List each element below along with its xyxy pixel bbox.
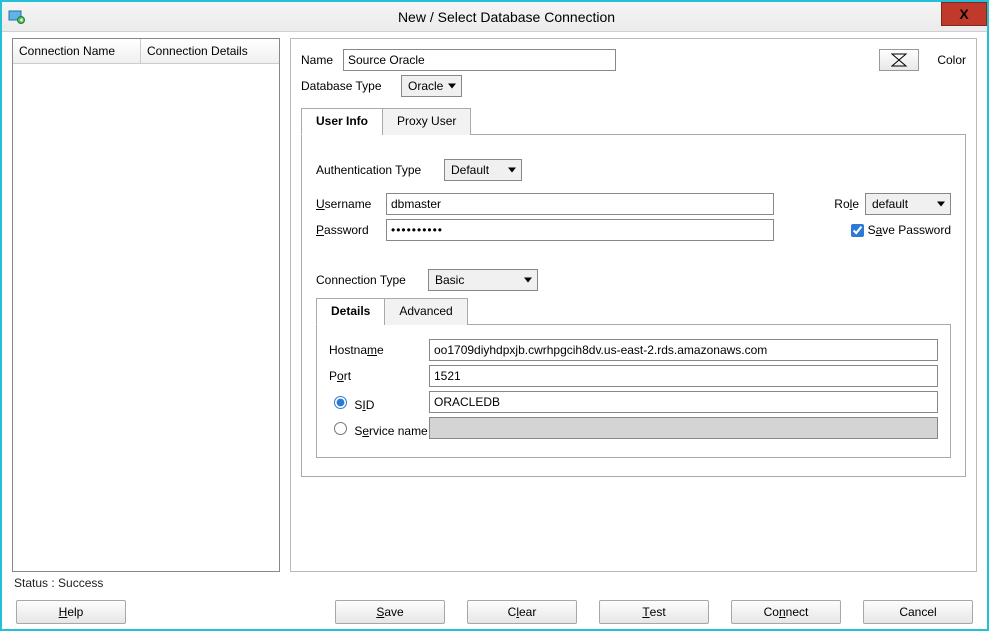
- authtype-select[interactable]: Default: [444, 159, 522, 181]
- hostname-label: Hostname: [329, 343, 429, 357]
- authtype-row: Authentication Type Default: [316, 159, 951, 181]
- form-pane: Name Color Database Type Oracle User Inf…: [290, 38, 977, 572]
- close-icon: X: [959, 6, 968, 22]
- conntype-select[interactable]: Basic: [428, 269, 538, 291]
- window-title: New / Select Database Connection: [26, 9, 987, 25]
- details-panel: Hostname Port SID Se: [316, 325, 951, 458]
- close-button[interactable]: X: [941, 2, 987, 26]
- clear-button[interactable]: Clear: [467, 600, 577, 624]
- color-label: Color: [937, 53, 966, 67]
- connection-list-header: Connection Name Connection Details: [13, 39, 279, 64]
- tab-proxy-user[interactable]: Proxy User: [382, 108, 471, 135]
- dbtype-label: Database Type: [301, 79, 401, 93]
- service-option[interactable]: Service name: [329, 419, 429, 438]
- password-label: Password: [316, 223, 386, 237]
- hostname-row: Hostname: [329, 339, 938, 361]
- connection-list-body[interactable]: [13, 64, 279, 571]
- port-field[interactable]: [429, 365, 938, 387]
- hostname-field[interactable]: [429, 339, 938, 361]
- hourglass-icon: [890, 53, 908, 67]
- tab-details[interactable]: Details: [316, 298, 385, 325]
- dialog-content: Connection Name Connection Details Name …: [2, 32, 987, 572]
- help-button[interactable]: Help: [16, 600, 126, 624]
- connection-list-pane: Connection Name Connection Details: [12, 38, 280, 572]
- col-connection-details[interactable]: Connection Details: [141, 39, 279, 63]
- name-label: Name: [301, 53, 343, 67]
- username-label: Username: [316, 197, 386, 211]
- role-select[interactable]: default: [865, 193, 951, 215]
- conntype-row: Connection Type Basic: [316, 269, 951, 291]
- sid-radio[interactable]: [334, 396, 347, 409]
- save-password-checkbox[interactable]: [851, 224, 864, 237]
- auth-tabs: User Info Proxy User: [301, 107, 966, 135]
- dbtype-row: Database Type Oracle: [301, 75, 966, 97]
- tab-user-info[interactable]: User Info: [301, 108, 383, 135]
- dbtype-select[interactable]: Oracle: [401, 75, 462, 97]
- service-field: [429, 417, 938, 439]
- service-row: Service name: [329, 417, 938, 439]
- titlebar: New / Select Database Connection X: [2, 2, 987, 32]
- sid-row: SID: [329, 391, 938, 413]
- conn-details-tabs: Details Advanced: [316, 297, 951, 325]
- test-button[interactable]: Test: [599, 600, 709, 624]
- port-row: Port: [329, 365, 938, 387]
- username-field[interactable]: [386, 193, 774, 215]
- save-button[interactable]: Save: [335, 600, 445, 624]
- save-password-label: Save Password: [868, 223, 951, 237]
- password-row: Password Save Password: [316, 219, 951, 241]
- col-connection-name[interactable]: Connection Name: [13, 39, 141, 63]
- tab-advanced[interactable]: Advanced: [384, 298, 467, 325]
- port-label: Port: [329, 369, 429, 383]
- password-field[interactable]: [386, 219, 774, 241]
- name-field[interactable]: [343, 49, 616, 71]
- authtype-label: Authentication Type: [316, 163, 444, 177]
- app-icon: [8, 8, 26, 26]
- cancel-button[interactable]: Cancel: [863, 600, 973, 624]
- status-text: Status : Success: [2, 572, 987, 590]
- service-radio[interactable]: [334, 422, 347, 435]
- name-row: Name Color: [301, 49, 966, 71]
- color-button[interactable]: [879, 49, 919, 71]
- user-info-panel: Authentication Type Default Username Rol…: [301, 135, 966, 477]
- sid-field[interactable]: [429, 391, 938, 413]
- conntype-label: Connection Type: [316, 273, 428, 287]
- role-label: Role: [834, 197, 859, 211]
- username-row: Username Role default: [316, 193, 951, 215]
- sid-option[interactable]: SID: [329, 393, 429, 412]
- connect-button[interactable]: Connect: [731, 600, 841, 624]
